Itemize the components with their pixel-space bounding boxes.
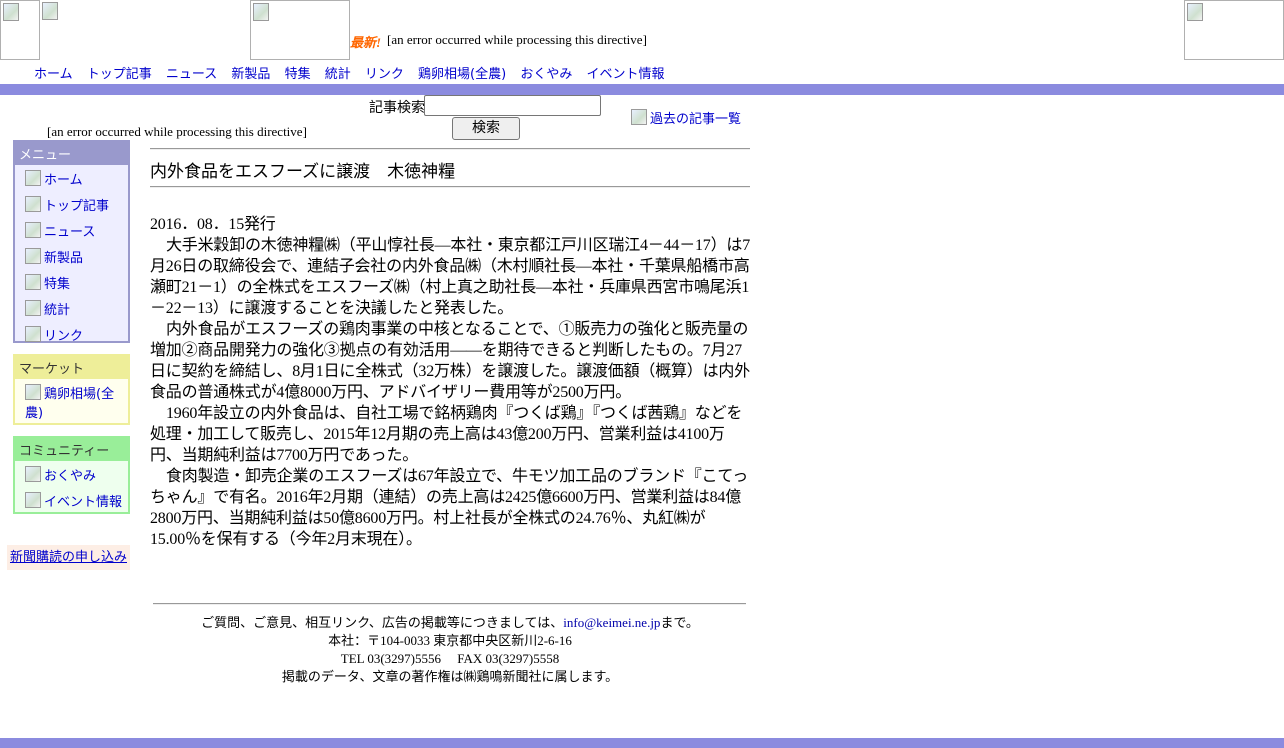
- nav-features[interactable]: 特集: [285, 67, 311, 82]
- news-icon: [25, 222, 41, 238]
- nav-top-articles[interactable]: トップ記事: [87, 67, 152, 82]
- obituaries-icon: [25, 466, 41, 482]
- header-banner-image: [40, 0, 60, 20]
- header-logo-image: [0, 0, 40, 60]
- sidebar-item-label[interactable]: 新製品: [44, 251, 83, 266]
- sidebar-item-top-articles[interactable]: トップ記事: [15, 193, 128, 219]
- sidebar-item-links[interactable]: リンク: [15, 323, 128, 349]
- search-button[interactable]: 検索: [452, 117, 520, 140]
- sidebar-item-label[interactable]: ニュース: [44, 225, 95, 240]
- sidebar-item-features[interactable]: 特集: [15, 271, 128, 297]
- footer: ご質問、ご意見、相互リンク、広告の掲載等につきましては、info@keimei.…: [150, 614, 750, 686]
- footer-contact-pre: ご質問、ご意見、相互リンク、広告の掲載等につきましては、: [201, 615, 564, 630]
- subscribe-link[interactable]: 新聞購読の申し込み: [10, 550, 127, 565]
- sidebar-item-events[interactable]: イベント情報: [15, 489, 128, 515]
- footer-contact-post: まで。: [660, 615, 699, 630]
- top-articles-icon: [25, 196, 41, 212]
- sidebar-community-box: コミュニティー おくやみ イベント情報: [13, 436, 130, 514]
- article-title-rule: [150, 186, 750, 188]
- home-icon: [25, 170, 41, 186]
- subscribe-box: 新聞購読の申し込み: [7, 545, 130, 570]
- past-articles-label: 過去の記事一覧: [650, 112, 742, 127]
- sidebar-item-label[interactable]: おくやみ: [44, 469, 96, 484]
- statistics-icon: [25, 300, 41, 316]
- sidebar-item-statistics[interactable]: 統計: [15, 297, 128, 323]
- nav-events[interactable]: イベント情報: [587, 67, 665, 82]
- footer-phone: TEL 03(3297)5556 FAX 03(3297)5558: [340, 651, 560, 666]
- header-ad-image: [1184, 0, 1284, 60]
- features-icon: [25, 274, 41, 290]
- new-products-icon: [25, 248, 41, 264]
- sidebar-item-label[interactable]: ホーム: [44, 173, 83, 188]
- header-divider-band: [0, 84, 1284, 95]
- article-paragraph: 1960年設立の内外食品は、自社工場で銘柄鶏肉『つくば鶏』『つくば茜鶏』などを処…: [150, 405, 743, 464]
- footer-contact-line: ご質問、ご意見、相互リンク、広告の掲載等につきましては、info@keimei.…: [150, 614, 750, 632]
- nav-home[interactable]: ホーム: [34, 67, 73, 82]
- nav-news[interactable]: ニュース: [166, 67, 217, 82]
- sidebar-market-box: マーケット 鶏卵相場(全農): [13, 354, 130, 425]
- sidebar-community-title: コミュニティー: [15, 438, 128, 461]
- links-icon: [25, 326, 41, 342]
- footer-divider-band: [0, 738, 1284, 748]
- search-input[interactable]: [424, 95, 601, 116]
- events-icon: [25, 492, 41, 508]
- article-top-rule: [150, 148, 750, 150]
- footer-email-link[interactable]: info@keimei.ne.jp: [563, 615, 660, 630]
- sidebar-item-new-products[interactable]: 新製品: [15, 245, 128, 271]
- article-paragraph: 内外食品がエスフーズの鶏肉事業の中核となることで、①販売力の強化と販売量の増加②…: [150, 321, 751, 401]
- footer-rule: [153, 603, 746, 605]
- top-nav: ホーム トップ記事 ニュース 新製品 特集 統計 リンク 鶏卵相場(全農) おく…: [34, 63, 675, 82]
- sidebar-item-label[interactable]: 統計: [44, 303, 70, 318]
- nav-statistics[interactable]: 統計: [325, 67, 351, 82]
- article-paragraph: 食肉製造・卸売企業のエスフーズは67年設立で、牛モツ加工品のブランド『こてっちゃ…: [150, 468, 749, 548]
- article-paragraph: 大手米穀卸の木徳神糧㈱（平山惇社長―本社・東京都江戸川区瑞江4－44－17）は7…: [150, 237, 751, 317]
- sidebar-menu-box: メニュー ホーム トップ記事 ニュース 新製品 特集 統計 リンク: [13, 140, 130, 344]
- sidebar-item-label[interactable]: 特集: [44, 277, 70, 292]
- past-articles-link[interactable]: 過去の記事一覧: [631, 108, 741, 127]
- nav-new-products[interactable]: 新製品: [231, 67, 270, 82]
- footer-copyright: 掲載のデータ、文章の著作権は㈱鶏鳴新聞社に属します。: [281, 669, 619, 684]
- nav-egg-market[interactable]: 鶏卵相場(全農): [418, 67, 506, 82]
- sidebar-item-label[interactable]: イベント情報: [44, 495, 122, 510]
- footer-address: 本社：〒104-0033 東京都中央区新川2-6-16: [328, 633, 572, 648]
- article-title: 内外食品をエスフーズに譲渡 木徳神糧: [150, 162, 456, 181]
- nav-obituaries[interactable]: おくやみ: [520, 67, 572, 82]
- article-date: 2016．08．15発行: [150, 216, 276, 233]
- egg-market-icon: [25, 384, 41, 400]
- header-title-image: [250, 0, 350, 60]
- sidebar-item-news[interactable]: ニュース: [15, 219, 128, 245]
- past-articles-icon: [631, 109, 647, 125]
- article-body: 2016．08．15発行 大手米穀卸の木徳神糧㈱（平山惇社長―本社・東京都江戸川…: [150, 214, 752, 550]
- sidebar-item-egg-market[interactable]: 鶏卵相場(全農): [15, 381, 128, 426]
- sidebar-menu-title: メニュー: [15, 142, 128, 165]
- latest-label: 最新!: [350, 35, 382, 50]
- directive-error: [an error occurred while processing this…: [47, 124, 307, 139]
- sidebar-item-obituaries[interactable]: おくやみ: [15, 463, 128, 489]
- nav-links[interactable]: リンク: [365, 67, 404, 82]
- latest-news-error: [an error occurred while processing this…: [387, 32, 647, 47]
- sidebar-market-title: マーケット: [15, 356, 128, 379]
- sidebar-item-label[interactable]: リンク: [44, 329, 83, 344]
- sidebar-item-label[interactable]: トップ記事: [44, 199, 109, 214]
- search-label: 記事検索: [369, 101, 425, 116]
- sidebar-item-home[interactable]: ホーム: [15, 167, 128, 193]
